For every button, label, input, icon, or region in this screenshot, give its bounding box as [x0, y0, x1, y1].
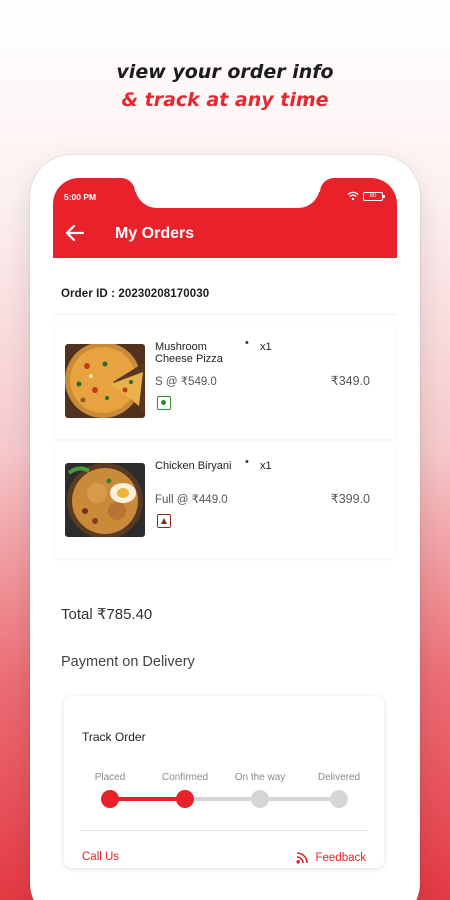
- step-dot-placed: [101, 790, 119, 808]
- promo-headline: view your order info & track at any time: [0, 58, 450, 114]
- wifi-icon: [347, 191, 359, 201]
- phone-screen: 5:00 PM 80 My Orders Order ID : 20230208…: [53, 178, 397, 900]
- biryani-image: [65, 463, 145, 537]
- item-price: ₹399.0: [330, 492, 370, 506]
- track-order-card: Track Order Placed Confirmed On the way …: [64, 696, 384, 868]
- divider: [53, 314, 397, 315]
- status-time: 5:00 PM: [64, 192, 97, 202]
- track-title: Track Order: [82, 730, 146, 744]
- item-quantity: x1: [260, 341, 272, 353]
- item-price: ₹349.0: [330, 374, 370, 388]
- step-dot-confirmed: [176, 790, 194, 808]
- feedback-button[interactable]: Feedback: [296, 851, 366, 864]
- veg-icon: [157, 396, 171, 410]
- step-label-delivered: Delivered: [317, 772, 361, 783]
- status-icons: 80: [347, 191, 385, 201]
- step-label-placed: Placed: [94, 772, 126, 783]
- step-dot-delivered: [330, 790, 348, 808]
- order-id: Order ID : 20230208170030: [61, 288, 210, 300]
- step-label-confirmed: Confirmed: [161, 772, 209, 783]
- item-size-price: S @ ₹549.0: [155, 376, 217, 388]
- feedback-label: Feedback: [315, 851, 366, 864]
- camera-notch: [135, 178, 320, 208]
- track-progress-fill: [110, 797, 184, 801]
- item-name: Chicken Biryani: [155, 460, 232, 472]
- step-label-on-the-way: On the way: [234, 772, 286, 783]
- order-item-card: Mushroom Cheese Pizza • x1 S @ ₹549.0 ₹3…: [55, 323, 395, 439]
- item-separator: •: [245, 456, 249, 468]
- arrow-left-icon[interactable]: [65, 224, 85, 242]
- step-dot-on-the-way: [251, 790, 269, 808]
- battery-icon: 80: [363, 191, 385, 201]
- call-us-button[interactable]: Call Us: [82, 851, 119, 863]
- non-veg-icon: [157, 514, 171, 528]
- app-bar: 5:00 PM 80 My Orders: [53, 178, 397, 258]
- order-total: Total ₹785.40: [61, 606, 153, 623]
- item-separator: •: [245, 337, 249, 349]
- rss-feedback-icon: [296, 852, 309, 864]
- item-name: Mushroom Cheese Pizza: [155, 341, 223, 365]
- item-quantity: x1: [260, 460, 272, 472]
- promo-line-2: & track at any time: [121, 89, 329, 111]
- order-item-card: Chicken Biryani • x1 Full @ ₹449.0 ₹399.…: [55, 442, 395, 558]
- pizza-image: [65, 344, 145, 418]
- item-size-price: Full @ ₹449.0: [155, 494, 228, 506]
- promo-line-1: view your order info: [116, 61, 334, 83]
- divider: [80, 830, 368, 831]
- payment-method: Payment on Delivery: [61, 654, 195, 670]
- page-title: My Orders: [115, 225, 195, 242]
